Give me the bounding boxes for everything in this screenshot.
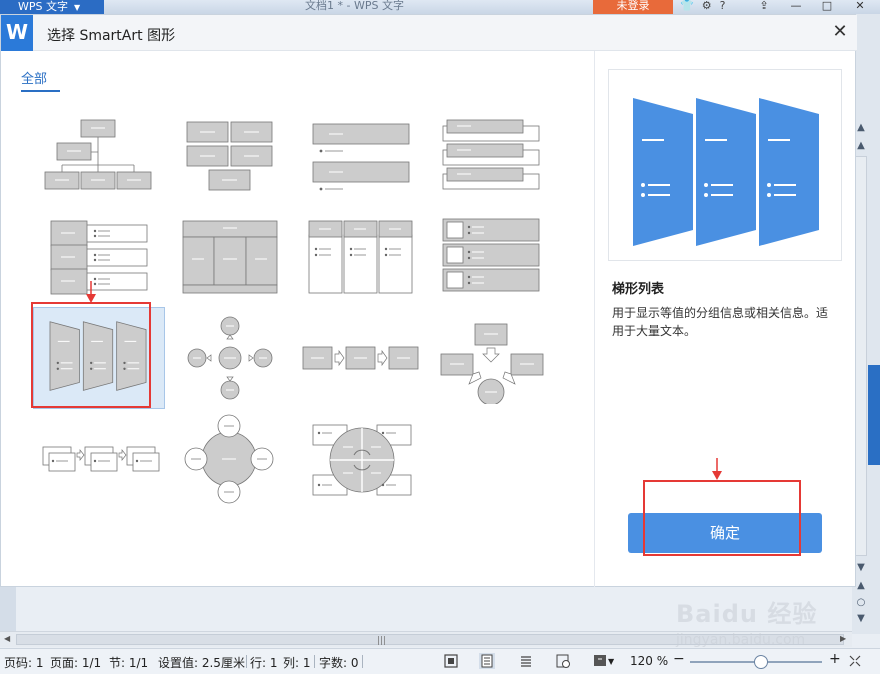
app-menu-button[interactable]: WPS 文字 ▼ — [0, 0, 104, 14]
side-tab[interactable] — [868, 365, 880, 465]
arrow-down-icon — [712, 458, 722, 480]
basic-process-thumbnail — [302, 346, 419, 370]
layout-table-hierarchy[interactable] — [167, 211, 293, 303]
watermark-title: Baidu 经验 — [676, 600, 818, 628]
app-titlebar: WPS 文字 ▼ 文档1 * - WPS 文字 未登录 👕 ⚙ ? ⇪ — □ ✕ — [0, 0, 880, 14]
prev-page-icon[interactable]: ▲ — [855, 580, 867, 592]
zoom-level[interactable]: 120 % — [630, 654, 668, 668]
fullscreen-icon[interactable] — [443, 653, 459, 669]
status-row: 行: 1 — [250, 656, 278, 670]
help-button[interactable]: ? — [720, 0, 726, 14]
zoom-slider-knob[interactable] — [754, 655, 768, 669]
chevron-up-icon[interactable]: ▲ — [855, 122, 867, 134]
dialog-close-button[interactable]: ✕ — [829, 21, 851, 43]
scroll-left-icon[interactable]: ◀ — [4, 634, 10, 643]
status-divider — [314, 655, 315, 668]
layout-description: 用于显示等值的分组信息或相关信息。适用于大量文本。 — [612, 306, 829, 338]
diverging-radial-thumbnail — [187, 316, 273, 400]
eye-protection-icon[interactable] — [592, 653, 608, 669]
layout-picture-list[interactable] — [429, 211, 555, 303]
document-title: 文档1 * - WPS 文字 — [305, 0, 404, 12]
layout-preview — [608, 69, 842, 261]
status-col: 列: 1 — [283, 656, 311, 670]
labeled-list-thumbnail — [50, 220, 148, 295]
status-divider — [362, 655, 363, 668]
picture-list-thumbnail — [442, 218, 540, 292]
settings-icon[interactable]: ⚙ — [702, 0, 712, 14]
dialog-header: W 选择 SmartArt 图形 ✕ — [1, 15, 857, 51]
trapezoid-list-preview — [633, 98, 819, 246]
chevron-down-icon: ▼ — [74, 3, 81, 12]
status-divider — [246, 655, 247, 668]
ok-highlight-box — [643, 480, 801, 556]
picture-process-thumbnail — [42, 446, 160, 472]
grip-icon: ||| — [377, 636, 387, 646]
layout-stacked-list[interactable] — [429, 110, 555, 202]
watermark-url: jingyan.baidu.com — [676, 632, 806, 648]
document-left-margin — [0, 585, 16, 635]
minimize-button[interactable]: — — [784, 0, 808, 14]
dialog-title: 选择 SmartArt 图形 — [47, 28, 176, 44]
layout-basic-radial[interactable] — [167, 413, 293, 505]
next-page-icon[interactable]: ▼ — [855, 613, 867, 625]
scroll-up-button[interactable]: ▲ — [855, 140, 867, 152]
status-page: 页面: 1/1 — [50, 656, 102, 670]
app-name: WPS 文字 — [18, 0, 68, 13]
layout-name: 梯形列表 — [612, 282, 665, 297]
layout-labeled-list[interactable] — [35, 211, 161, 303]
panel-divider — [594, 51, 595, 587]
layout-org-chart[interactable] — [35, 110, 161, 202]
select-browse-icon[interactable]: ○ — [855, 597, 867, 609]
vertical-bullet-thumbnail — [312, 123, 410, 191]
wps-logo-icon: W — [1, 15, 33, 51]
window-close-button[interactable]: ✕ — [848, 0, 872, 14]
converging-radial-thumbnail — [440, 323, 544, 406]
outline-view-icon[interactable] — [518, 653, 534, 669]
selection-highlight-box — [31, 302, 151, 408]
layout-vertical-bullet[interactable] — [299, 110, 425, 202]
scroll-right-icon[interactable]: ▶ — [840, 634, 846, 643]
table-hierarchy-thumbnail — [182, 220, 278, 294]
status-page-code: 页码: 1 — [4, 656, 44, 670]
vertical-scrollbar[interactable] — [855, 156, 867, 556]
baidu-watermark: Baidu 经验 jingyan.baidu.com — [676, 594, 836, 654]
login-button[interactable]: 未登录 — [593, 0, 673, 14]
layout-converging-radial[interactable] — [429, 312, 555, 406]
layout-diverging-radial[interactable] — [167, 312, 293, 404]
status-word-count[interactable]: 字数: 0 — [319, 654, 359, 671]
tab-all[interactable]: 全部 — [21, 68, 60, 92]
page-view-icon[interactable] — [479, 653, 495, 669]
org-chart-thumbnail — [44, 119, 152, 190]
block-grid-thumbnail — [186, 121, 273, 191]
scroll-down-button[interactable]: ▼ — [855, 562, 867, 574]
layout-horizontal-bullet[interactable] — [299, 211, 425, 303]
layout-block-grid[interactable] — [167, 110, 293, 202]
smartart-dialog: W 选择 SmartArt 图形 ✕ 全部 梯形列表 用于显示等值的分组信息或相… — [0, 14, 857, 587]
maximize-button[interactable]: □ — [815, 0, 839, 14]
status-setting: 设置值: 2.5厘米 — [158, 656, 245, 670]
fit-page-icon[interactable] — [847, 653, 863, 669]
layout-basic-process[interactable] — [299, 312, 425, 404]
upload-icon[interactable]: ⇪ — [752, 0, 776, 14]
web-view-icon[interactable] — [555, 653, 571, 669]
layout-cycle-matrix[interactable] — [299, 413, 425, 505]
arrow-down-icon — [86, 281, 96, 303]
cycle-matrix-thumbnail — [312, 424, 412, 496]
skin-icon[interactable]: 👕 — [680, 0, 694, 14]
horizontal-bullet-thumbnail — [308, 220, 413, 294]
layout-picture-process[interactable] — [35, 413, 161, 505]
status-section: 节: 1/1 — [109, 656, 149, 670]
top-toolbar-icons: 👕 ⚙ ? — [680, 0, 725, 14]
basic-radial-thumbnail — [184, 414, 274, 504]
chevron-down-icon[interactable]: ▼ — [608, 657, 614, 666]
stacked-list-thumbnail — [442, 119, 540, 190]
